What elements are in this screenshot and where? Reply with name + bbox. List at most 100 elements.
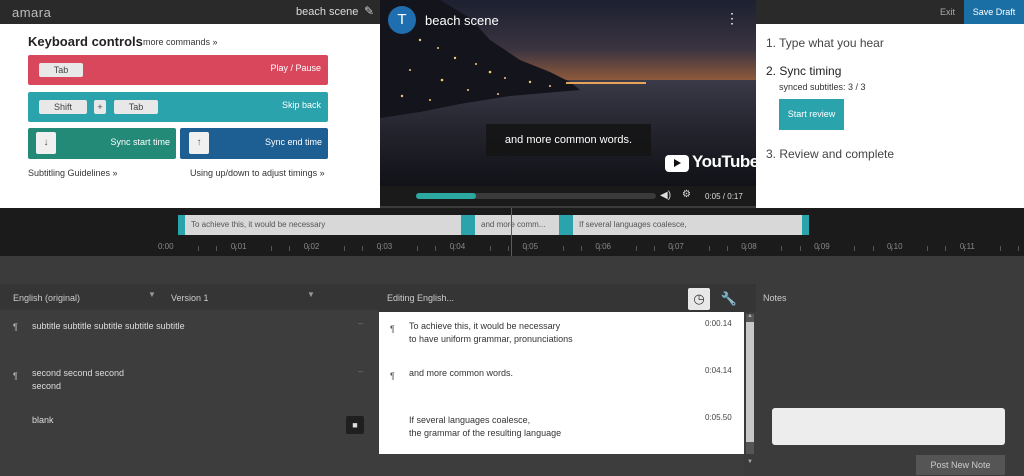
exit-link[interactable]: Exit xyxy=(940,7,955,17)
chevron-down-icon[interactable]: ▼ xyxy=(307,290,315,299)
subtitle-editor[interactable]: ¶ To achieve this, it would be necessary… xyxy=(379,312,744,454)
timeline-tick-label: 0:00 xyxy=(158,242,174,251)
chevron-down-icon[interactable]: ▼ xyxy=(148,290,156,299)
timeline-tick-label: 0:06 xyxy=(595,242,611,251)
paragraph-icon: ¶ xyxy=(13,322,18,332)
timeline-tick-label: 0:04 xyxy=(449,242,466,251)
subtitle-line[interactable]: If several languages coalesce, xyxy=(409,414,561,427)
timeline-tick-label: 0:03 xyxy=(376,242,393,251)
timeline-tick-label: 0:02 xyxy=(303,242,320,251)
skip-back-control[interactable]: Shift + Tab Skip back xyxy=(28,92,328,122)
subtitle-start-time[interactable]: 0:04.14 xyxy=(705,366,732,375)
start-review-button[interactable]: Start review xyxy=(779,99,844,130)
subtitle-boundary-handle[interactable] xyxy=(461,215,468,235)
step-sync: 2. Sync timing xyxy=(766,64,842,78)
timeline-minor-tick xyxy=(416,246,418,251)
timeline-minor-tick xyxy=(289,246,291,251)
paragraph-icon: ¶ xyxy=(390,324,395,334)
history-clock-icon[interactable]: ◷ xyxy=(688,288,710,310)
timeline-minor-tick xyxy=(726,246,728,251)
workflow-steps-panel: 1. Type what you hear 2. Sync timing syn… xyxy=(756,24,1024,208)
workspace-divider xyxy=(0,256,1024,284)
play-pause-control[interactable]: Tab Play / Pause xyxy=(28,55,328,85)
sync-start-button[interactable]: ↓ Sync start time xyxy=(28,128,176,159)
step-type: 1. Type what you hear xyxy=(766,36,884,50)
timeline-minor-tick xyxy=(198,246,200,251)
subtitle-line[interactable]: To achieve this, it would be necessary xyxy=(409,320,573,333)
play-pause-label: Play / Pause xyxy=(270,63,321,73)
timeline[interactable]: To achieve this, it would be necessary a… xyxy=(0,208,1024,256)
adjust-timings-link[interactable]: Using up/down to adjust timings » xyxy=(190,168,325,178)
arrow-up-icon: ↑ xyxy=(189,132,209,154)
timeline-minor-tick xyxy=(945,246,947,251)
wrench-icon[interactable]: 🔧 xyxy=(718,288,740,310)
notes-title: Notes xyxy=(763,293,787,303)
video-overlay-title[interactable]: beach scene xyxy=(425,13,499,28)
subtitle-start-time[interactable]: 0:05.50 xyxy=(705,413,732,422)
progress-fill xyxy=(416,193,476,199)
subtitle-boundary-handle[interactable] xyxy=(566,215,573,235)
synced-count: synced subtitles: 3 / 3 xyxy=(779,82,866,92)
subtitle-boundary-handle[interactable] xyxy=(468,215,475,235)
edit-title-pencil-icon[interactable]: ✎ xyxy=(364,4,374,18)
subtitle-end-handle[interactable] xyxy=(802,215,809,235)
timeline-tick-label: 0:01 xyxy=(230,242,247,251)
keyboard-controls-panel: Keyboard controls more commands » Tab Pl… xyxy=(0,24,380,208)
amara-logo[interactable]: amara xyxy=(12,5,51,20)
subtitle-row[interactable]: To achieve this, it would be necessary t… xyxy=(409,320,573,346)
subtitle-line[interactable]: the grammar of the resulting language xyxy=(409,427,561,440)
timeline-subtitle-3[interactable]: If several languages coalesce, xyxy=(573,215,802,235)
more-vert-icon[interactable]: ⋮ xyxy=(725,10,739,27)
paragraph-icon: ¶ xyxy=(390,371,395,381)
timeline-minor-tick xyxy=(653,246,655,251)
notes-column xyxy=(756,284,1024,476)
note-input[interactable] xyxy=(772,408,1005,445)
subtitle-row[interactable]: If several languages coalesce, the gramm… xyxy=(409,414,561,440)
settings-gear-icon[interactable]: ⚙ xyxy=(682,189,691,200)
video-title: beach scene xyxy=(296,6,359,18)
subtitle-line[interactable]: to have uniform grammar, pronunciations xyxy=(409,333,573,346)
video-player[interactable]: T beach scene ⋮ and more common words. Y… xyxy=(380,0,756,206)
channel-avatar[interactable]: T xyxy=(388,6,416,34)
reference-row: blank xyxy=(32,414,54,427)
tab-key: Tab xyxy=(39,63,83,77)
timeline-minor-tick xyxy=(872,246,874,251)
subtitling-guidelines-link[interactable]: Subtitling Guidelines » xyxy=(28,168,118,178)
volume-icon[interactable]: ◀) xyxy=(660,190,671,201)
skip-back-label: Skip back xyxy=(281,100,321,110)
save-draft-button[interactable]: Save Draft xyxy=(964,0,1024,24)
youtube-logo: YouTube xyxy=(692,152,756,171)
post-new-note-button[interactable]: Post New Note xyxy=(916,455,1005,475)
subtitle-start-time[interactable]: 0:00.14 xyxy=(705,319,732,328)
scroll-up-icon[interactable]: ▲ xyxy=(747,313,753,319)
subtitle-line[interactable]: and more common words. xyxy=(409,367,513,380)
keyboard-controls-title: Keyboard controls xyxy=(28,34,143,49)
timeline-minor-tick xyxy=(635,246,637,251)
reference-line: subtitle subtitle subtitle subtitle subt… xyxy=(32,321,185,331)
plus-key: + xyxy=(94,100,106,114)
sync-end-button[interactable]: ↑ Sync end time xyxy=(180,128,328,159)
subtitle-row[interactable]: and more common words. xyxy=(409,367,513,380)
timeline-minor-tick xyxy=(854,246,856,251)
subtitle-boundary-handle[interactable] xyxy=(559,215,566,235)
more-commands-link[interactable]: more commands » xyxy=(143,37,218,47)
reference-language-select[interactable]: English (original) xyxy=(13,293,80,303)
timeline-tick-label: 0:11 xyxy=(959,242,975,251)
timeline-minor-tick xyxy=(927,246,929,251)
timeline-subtitle-2[interactable]: and more comm... xyxy=(475,215,559,235)
timeline-minor-tick xyxy=(562,246,564,251)
editing-title: Editing English... xyxy=(387,293,455,303)
timeline-minor-tick xyxy=(489,246,491,251)
timeline-subtitle-1[interactable]: To achieve this, it would be necessary xyxy=(185,215,461,235)
editor-scrollbar-thumb[interactable] xyxy=(746,322,754,442)
reference-row: subtitle subtitle subtitle subtitle subt… xyxy=(32,320,185,333)
timeline-minor-tick xyxy=(781,246,783,251)
subtitle-start-handle[interactable] xyxy=(178,215,185,235)
timeline-minor-tick xyxy=(799,246,801,251)
reference-version-select[interactable]: Version 1 xyxy=(171,293,209,303)
lock-icon[interactable]: ■ xyxy=(346,416,364,434)
timeline-minor-tick xyxy=(362,246,364,251)
timeline-tick-label: 0:09 xyxy=(814,242,830,251)
paragraph-icon: ¶ xyxy=(13,371,18,381)
scroll-down-icon[interactable]: ▼ xyxy=(747,459,753,465)
